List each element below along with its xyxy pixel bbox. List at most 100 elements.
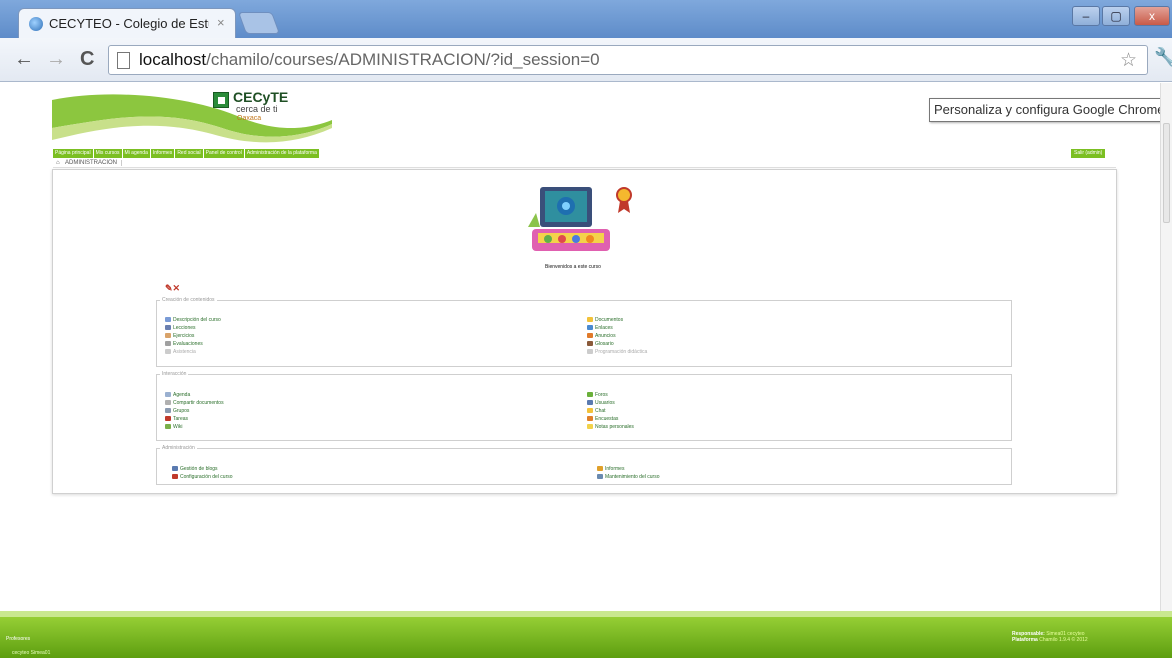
section-content-creation: Creación de contenidos (156, 297, 1012, 367)
course-computer-illustration-icon (528, 187, 632, 251)
tool-evaluations[interactable]: Evaluaciones (165, 341, 203, 347)
exercises-icon (165, 333, 171, 339)
scrollbar-thumb[interactable] (1163, 123, 1170, 223)
attendance-icon (165, 349, 171, 355)
tool-course-progress[interactable]: Programación didáctica (587, 349, 647, 355)
logo-title: CECyTE (233, 89, 289, 105)
reload-button[interactable]: C (80, 48, 94, 71)
tab-title: CECYTEO - Colegio de Estu (49, 16, 209, 31)
tool-glossary[interactable]: Glosario (587, 341, 614, 347)
tool-groups[interactable]: Grupos (165, 408, 189, 414)
tool-assignments[interactable]: Tareas (165, 416, 188, 422)
footer-teacher-link[interactable]: cecyteo Simea01 (12, 650, 50, 656)
logo-region: Oaxaca (237, 115, 262, 122)
settings-icon (172, 474, 178, 480)
tool-blogs[interactable]: Gestión de blogs (172, 466, 218, 472)
assignments-icon (165, 416, 171, 422)
notes-icon (587, 424, 593, 430)
nav-home[interactable]: Página principal (53, 149, 93, 158)
edit-intro-icon[interactable]: ✎✕ (165, 283, 180, 294)
tool-attendance[interactable]: Asistencia (165, 349, 196, 355)
description-icon (165, 317, 171, 323)
tool-documents[interactable]: Documentos (587, 317, 623, 323)
forums-icon (587, 392, 593, 398)
browser-tabstrip: CECYTEO - Colegio de Estu × – ▢ x (0, 0, 1172, 38)
wiki-icon (165, 424, 171, 430)
chrome-menu-tooltip: Personaliza y configura Google Chrome (929, 98, 1172, 122)
tool-announcements[interactable]: Anuncios (587, 333, 616, 339)
dropbox-icon (165, 400, 171, 406)
nav-agenda[interactable]: Mi agenda (122, 149, 150, 158)
section-administration: Administración (156, 445, 1012, 485)
back-button[interactable]: ← (14, 48, 34, 71)
favicon-icon (29, 17, 43, 31)
footer-teachers-label: Profesores (6, 636, 31, 642)
home-icon[interactable]: ⌂ (56, 160, 60, 166)
nav-dashboard[interactable]: Panel de control (203, 149, 244, 158)
tool-course-settings[interactable]: Configuración del curso (172, 474, 233, 480)
welcome-message: Bienvenidos a este curso (545, 264, 601, 270)
users-icon (587, 400, 593, 406)
main-navbar: Página principal Mis cursos Mi agenda In… (53, 149, 319, 159)
groups-icon (165, 408, 171, 414)
agenda-icon (165, 392, 171, 398)
forward-button[interactable]: → (46, 48, 66, 71)
tool-users[interactable]: Usuarios (587, 400, 615, 406)
tool-chat[interactable]: Chat (587, 408, 606, 414)
nav-reports[interactable]: Informes (150, 149, 175, 158)
evaluations-icon (165, 341, 171, 347)
new-tab-button[interactable] (237, 12, 281, 34)
blogs-icon (172, 466, 178, 472)
reports-icon (597, 466, 603, 472)
tool-course-maintenance[interactable]: Mantenimiento del curso (597, 474, 659, 480)
breadcrumb-course[interactable]: ADMINISTRACION (65, 160, 123, 166)
logout-button[interactable]: Salir (admin) (1071, 149, 1106, 158)
tool-wiki[interactable]: Wiki (165, 424, 182, 430)
nav-my-courses[interactable]: Mis cursos (93, 149, 122, 158)
page-icon (117, 52, 130, 69)
announcements-icon (587, 333, 593, 339)
glossary-icon (587, 341, 593, 347)
address-bar[interactable]: localhost/chamilo/courses/ADMINISTRACION… (108, 45, 1148, 75)
wrench-menu-icon[interactable]: 🔧 (1154, 47, 1172, 68)
page-footer (0, 611, 1172, 658)
nav-platform-admin[interactable]: Administración de la plataforma (244, 149, 319, 158)
logo-subtitle: cerca de ti (236, 104, 278, 114)
page-scrollbar[interactable] (1160, 83, 1172, 611)
section-legend: Creación de contenidos (162, 297, 215, 303)
surveys-icon (587, 416, 593, 422)
footer-highlight (0, 611, 1172, 617)
progress-icon (587, 349, 593, 355)
browser-toolbar: ← → C localhost/chamilo/courses/ADMINIST… (0, 38, 1172, 82)
footer-credits: Responsable: Simea01 cecyteo Plataforma … (1012, 631, 1088, 643)
maintenance-icon (597, 474, 603, 480)
tool-reports[interactable]: Informes (597, 466, 624, 472)
tab-close-button[interactable]: × (217, 15, 225, 30)
bookmark-star-icon[interactable]: ☆ (1120, 49, 1137, 72)
tool-dropbox[interactable]: Compartir documentos (165, 400, 224, 406)
tool-links[interactable]: Enlaces (587, 325, 613, 331)
tool-lessons[interactable]: Lecciones (165, 325, 196, 331)
section-interaction: Interacción (156, 371, 1012, 441)
tool-forums[interactable]: Foros (587, 392, 608, 398)
logo-swoosh (52, 94, 332, 143)
tool-exercises[interactable]: Ejercicios (165, 333, 194, 339)
chat-icon (587, 408, 593, 414)
section-legend: Administración (162, 445, 195, 451)
documents-icon (587, 317, 593, 323)
tool-personal-notes[interactable]: Notas personales (587, 424, 634, 430)
minimize-button[interactable]: – (1072, 6, 1100, 26)
nav-social[interactable]: Red social (175, 149, 203, 158)
browser-tab[interactable]: CECYTEO - Colegio de Estu × (18, 8, 236, 38)
close-window-button[interactable]: x (1134, 6, 1170, 26)
tool-surveys[interactable]: Encuestas (587, 416, 618, 422)
maximize-button[interactable]: ▢ (1102, 6, 1130, 26)
section-legend: Interacción (162, 371, 187, 377)
tool-course-description[interactable]: Descripción del curso (165, 317, 221, 323)
lessons-icon (165, 325, 171, 331)
logo-mark-icon (213, 92, 229, 108)
url-text: localhost/chamilo/courses/ADMINISTRACION… (139, 50, 600, 69)
footer-platform-link[interactable]: Chamilo 1.9.4 © 2012 (1039, 637, 1087, 643)
tool-agenda[interactable]: Agenda (165, 392, 190, 398)
breadcrumb: ⌂ ADMINISTRACION (53, 160, 1116, 168)
